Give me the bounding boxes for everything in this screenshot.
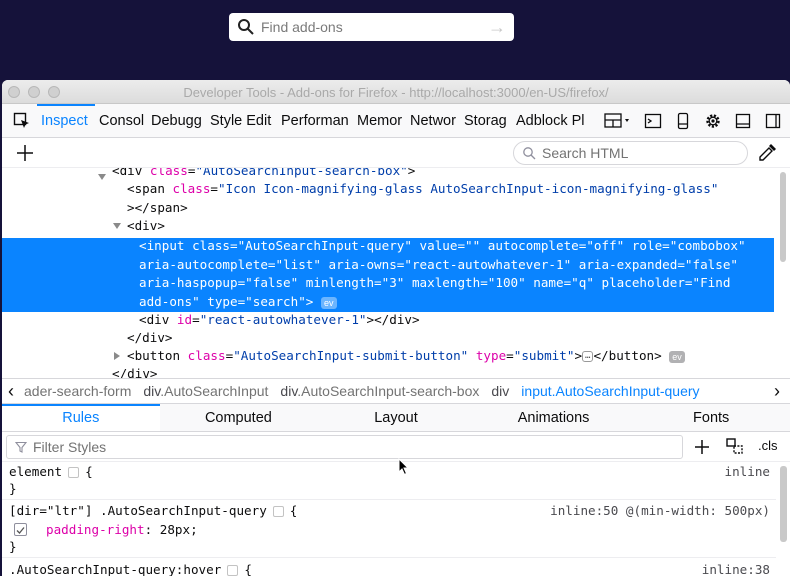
- rule-options-icon[interactable]: [272, 506, 284, 517]
- rule-selector-element[interactable]: element{: [9, 464, 93, 479]
- gear-icon: [706, 114, 720, 128]
- rule-selector-hover[interactable]: .AutoSearchInput-query:hover{: [9, 562, 252, 576]
- event-badge[interactable]: ev: [669, 350, 685, 363]
- devtools-window: Developer Tools - Add-ons for Firefox - …: [2, 80, 790, 576]
- tab-fonts[interactable]: Fonts: [632, 404, 790, 431]
- search-html-input[interactable]: [542, 145, 732, 161]
- expand-twisty-icon[interactable]: [114, 352, 120, 360]
- window-title: Developer Tools - Add-ons for Firefox - …: [183, 85, 609, 100]
- breadcrumb-item[interactable]: div.AutoSearchInput-search-box: [274, 383, 485, 399]
- markup-node-span[interactable]: <span class="Icon Icon-magnifying-glass …: [127, 180, 718, 199]
- rules-filter-bar: .cls: [2, 432, 790, 462]
- property-enabled-checkbox[interactable]: [14, 523, 27, 536]
- scratchpad-button[interactable]: [640, 108, 666, 134]
- addon-search-box[interactable]: →: [229, 13, 514, 41]
- tab-rules[interactable]: Rules: [2, 404, 160, 431]
- breadcrumb-item[interactable]: div.AutoSearchInput: [137, 383, 274, 399]
- tab-storage[interactable]: Storag: [460, 104, 512, 138]
- rule-close-brace: }: [9, 481, 17, 496]
- rule-source-link[interactable]: inline:38: [702, 562, 770, 576]
- search-icon: [523, 147, 536, 160]
- rule-divider: [2, 557, 776, 558]
- rule-selector-query[interactable]: [dir="ltr"] .AutoSearchInput-query{: [9, 503, 297, 518]
- collapse-twisty-icon[interactable]: [98, 174, 106, 180]
- markup-node-div-close: </div>: [127, 330, 173, 345]
- window-titlebar: Developer Tools - Add-ons for Firefox - …: [2, 80, 790, 104]
- markup-node-outer-div-close: </div>: [112, 366, 158, 378]
- cls-toggle-button[interactable]: .cls: [758, 438, 778, 453]
- tab-console[interactable]: Consol: [95, 104, 147, 138]
- add-node-icon[interactable]: [14, 142, 36, 164]
- collapse-twisty-icon[interactable]: [113, 223, 121, 229]
- tab-debugger[interactable]: Debugg: [147, 104, 206, 138]
- breadcrumb-item-selected[interactable]: input.AutoSearchInput-query: [515, 383, 705, 399]
- markup-scrollbar[interactable]: [780, 172, 786, 262]
- selected-node-input[interactable]: <input class="AutoSearchInput-query" val…: [2, 238, 774, 312]
- rule-source-link[interactable]: inline:50 @(min-width: 500px): [550, 503, 770, 518]
- sidebar-panel-tabs: Rules Computed Layout Animations Fonts: [2, 404, 790, 432]
- rules-scrollbar[interactable]: [780, 466, 787, 542]
- tab-performance[interactable]: Performan: [277, 104, 353, 138]
- tab-style-editor[interactable]: Style Edit: [206, 104, 277, 138]
- magnifying-glass-icon: [238, 19, 254, 35]
- markup-node-div[interactable]: <div>: [127, 217, 165, 236]
- add-rule-icon[interactable]: [692, 437, 712, 457]
- markup-node-search-box[interactable]: <div class="AutoSearchInput-search-box">: [112, 168, 415, 181]
- rules-view: element{ inline } [dir="ltr"] .AutoSearc…: [2, 462, 790, 576]
- filter-styles-input[interactable]: [33, 439, 633, 455]
- dock-bottom-icon: [735, 113, 751, 129]
- filter-styles-box[interactable]: [6, 435, 683, 459]
- addon-search-input[interactable]: [261, 19, 488, 35]
- page-header: →: [0, 0, 790, 80]
- dock-side-button[interactable]: [760, 108, 786, 134]
- responsive-design-button[interactable]: [670, 108, 696, 134]
- breadcrumb-item[interactable]: ader-search-form: [18, 383, 137, 399]
- submit-arrow-icon[interactable]: →: [488, 17, 506, 38]
- breadcrumb: ‹ ader-search-form div.AutoSearchInput d…: [2, 378, 790, 404]
- markup-node-span-close: ></span>: [127, 200, 188, 215]
- tab-network[interactable]: Networ: [406, 104, 460, 138]
- rule-source-link[interactable]: inline: [725, 464, 771, 479]
- checkmark-icon: [16, 527, 25, 534]
- dock-bottom-button[interactable]: [730, 108, 756, 134]
- mouse-cursor-icon: [398, 458, 410, 476]
- property-declaration[interactable]: padding-right: 28px;: [46, 522, 198, 537]
- tab-computed[interactable]: Computed: [160, 404, 318, 431]
- element-picker-icon: [13, 112, 29, 128]
- frame-select-button[interactable]: [602, 108, 636, 134]
- tab-adblock-plus[interactable]: Adblock Pl: [512, 104, 592, 138]
- rule-options-icon[interactable]: [227, 565, 239, 576]
- rule-divider: [2, 499, 776, 500]
- dock-side-icon: [765, 113, 781, 129]
- phone-icon: [677, 112, 689, 130]
- frames-icon: [604, 113, 629, 128]
- rule-options-icon[interactable]: [68, 467, 80, 478]
- devtools-toolbar: Inspect Consol Debugg Style Edit Perform…: [2, 103, 790, 138]
- rule-close-brace: }: [9, 539, 17, 554]
- markup-node-autowhatever[interactable]: <div id="react-autowhatever-1"></div>: [139, 311, 420, 330]
- event-badge[interactable]: ev: [320, 296, 337, 309]
- filter-icon: [15, 441, 27, 453]
- console-terminal-icon: [644, 113, 662, 129]
- markup-toolbar: [2, 138, 790, 168]
- eyedropper-icon[interactable]: [756, 142, 778, 164]
- chevron-right-icon[interactable]: ›: [768, 381, 786, 402]
- search-html-box[interactable]: [513, 141, 748, 165]
- markup-node-button[interactable]: <button class="AutoSearchInput-submit-bu…: [127, 347, 685, 366]
- settings-button[interactable]: [700, 108, 726, 134]
- tab-layout[interactable]: Layout: [317, 404, 475, 431]
- pseudo-class-toggle-icon[interactable]: [725, 437, 747, 457]
- markup-view: <div class="AutoSearchInput-search-box">…: [2, 168, 790, 378]
- tab-inspector[interactable]: Inspect: [37, 103, 95, 138]
- breadcrumb-item[interactable]: div: [485, 383, 515, 399]
- collapsed-content-ellipsis[interactable]: …: [582, 351, 594, 362]
- element-picker-button[interactable]: [9, 108, 35, 134]
- tab-memory[interactable]: Memor: [353, 104, 406, 138]
- tab-animations[interactable]: Animations: [475, 404, 633, 431]
